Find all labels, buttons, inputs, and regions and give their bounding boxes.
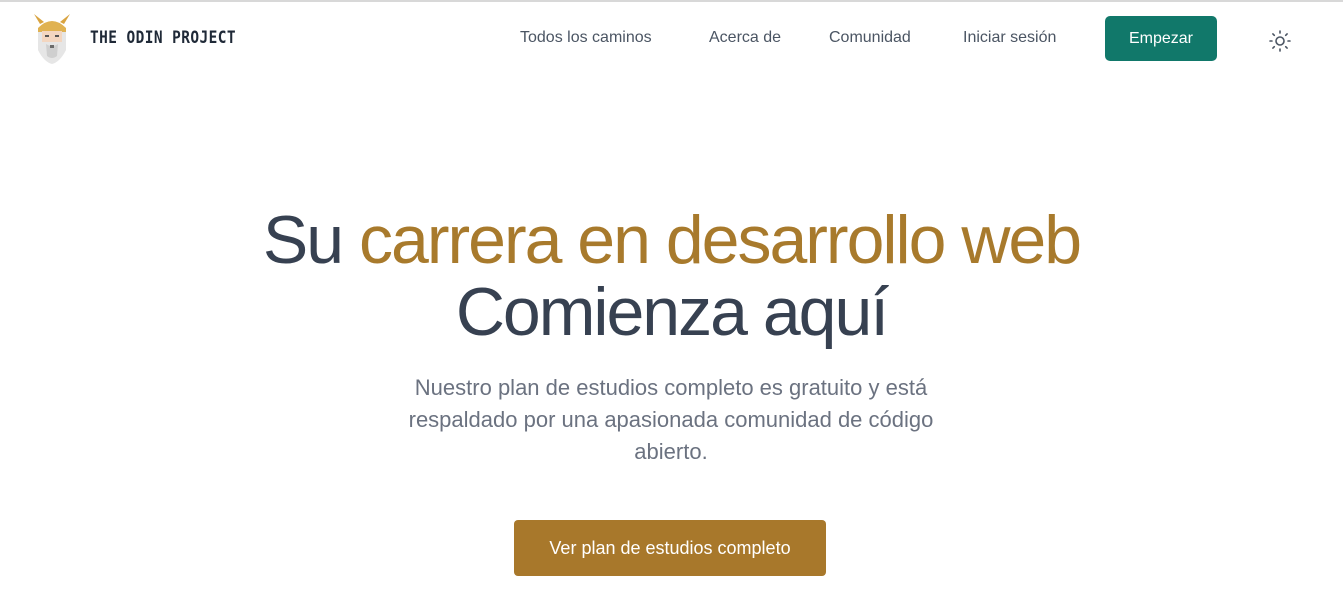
logo-link[interactable]: THE ODIN PROJECT: [30, 10, 262, 66]
odin-logo-icon: [30, 10, 74, 66]
hero-subtitle: Nuestro plan de estudios completo es gra…: [408, 375, 934, 464]
nav-community[interactable]: Comunidad: [829, 29, 911, 47]
theme-toggle-button[interactable]: [1267, 28, 1293, 54]
view-curriculum-button[interactable]: Ver plan de estudios completo: [514, 520, 826, 576]
logo-text: THE ODIN PROJECT: [90, 28, 237, 48]
hero-title-accent: carrera en desarrollo web: [359, 202, 1082, 278]
hero-title-line2: Comienza aquí: [455, 274, 889, 350]
sun-icon: [1269, 30, 1291, 52]
nav-about[interactable]: Acerca de: [709, 29, 781, 47]
hero-title: Su carrera en desarrollo web Comienza aq…: [0, 204, 1343, 348]
nav-all-paths[interactable]: Todos los caminos: [520, 29, 652, 47]
site-header: THE ODIN PROJECT Todos los caminos Acerc…: [0, 2, 1343, 74]
get-started-button[interactable]: Empezar: [1105, 16, 1217, 61]
nav-login[interactable]: Iniciar sesión: [963, 29, 1056, 47]
hero-title-lead: Su: [262, 202, 344, 278]
